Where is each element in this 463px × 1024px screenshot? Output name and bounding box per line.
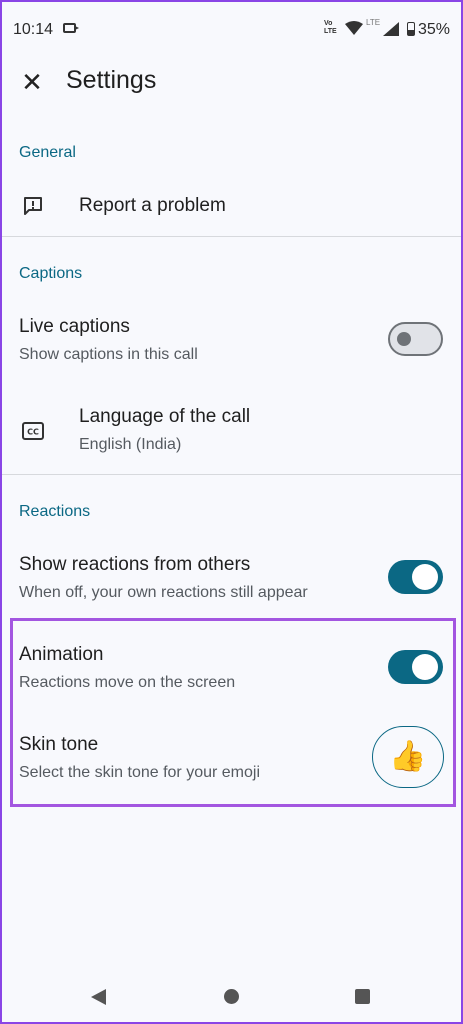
status-time: 10:14 (13, 21, 54, 38)
lte-label: LTE (366, 18, 381, 27)
battery-icon (407, 22, 415, 36)
toggle-knob (397, 332, 411, 346)
live-captions-description: Show captions in this call (19, 346, 198, 363)
skin-tone-label: Skin tone (19, 734, 99, 755)
recents-icon[interactable] (355, 989, 370, 1004)
wifi-icon (345, 21, 363, 40)
report-problem-label: Report a problem (79, 195, 226, 216)
animation-item[interactable]: Animation Reactions move on the screen (2, 630, 461, 706)
feedback-icon (22, 195, 44, 222)
section-header-captions: Captions (19, 265, 83, 282)
app-bar: ✕ Settings (2, 58, 461, 114)
home-icon[interactable] (224, 989, 239, 1004)
back-icon[interactable] (91, 989, 106, 1005)
closed-caption-icon: CC (22, 422, 44, 445)
language-of-call-label: Language of the call (79, 406, 251, 427)
settings-screen: 10:14 Vo LTE LTE 35% ✕ Settings General R… (2, 2, 461, 1022)
live-captions-toggle[interactable] (388, 322, 443, 356)
show-reactions-item[interactable]: Show reactions from others When off, you… (2, 540, 461, 616)
video-camera-icon (63, 23, 79, 33)
show-reactions-label: Show reactions from others (19, 554, 251, 575)
language-of-call-item[interactable]: CC Language of the call English (India) (2, 392, 461, 472)
language-of-call-value: English (India) (79, 436, 182, 453)
live-captions-label: Live captions (19, 316, 130, 337)
volte-icon: Vo LTE (324, 20, 337, 35)
cell-signal-icon (383, 22, 399, 41)
show-reactions-description: When off, your own reactions still appea… (19, 584, 308, 601)
live-captions-item[interactable]: Live captions Show captions in this call (2, 302, 461, 378)
section-header-general: General (19, 144, 76, 161)
close-icon[interactable]: ✕ (16, 66, 48, 98)
svg-text:CC: CC (27, 428, 39, 437)
divider (2, 474, 461, 475)
section-header-reactions: Reactions (19, 503, 91, 520)
show-reactions-toggle[interactable] (388, 560, 443, 594)
skin-tone-emoji-button[interactable]: 👍 (372, 726, 444, 788)
toggle-knob (412, 564, 438, 590)
divider (2, 236, 461, 237)
skin-tone-description: Select the skin tone for your emoji (19, 764, 261, 781)
animation-label: Animation (19, 644, 104, 665)
animation-description: Reactions move on the screen (19, 674, 236, 691)
battery-percent: 35% (418, 21, 451, 38)
status-bar: 10:14 Vo LTE LTE 35% (2, 2, 461, 58)
system-nav-bar (2, 967, 461, 1022)
report-problem-item[interactable]: Report a problem (2, 178, 461, 234)
page-title: Settings (66, 66, 157, 94)
toggle-knob (412, 654, 438, 680)
animation-toggle[interactable] (388, 650, 443, 684)
